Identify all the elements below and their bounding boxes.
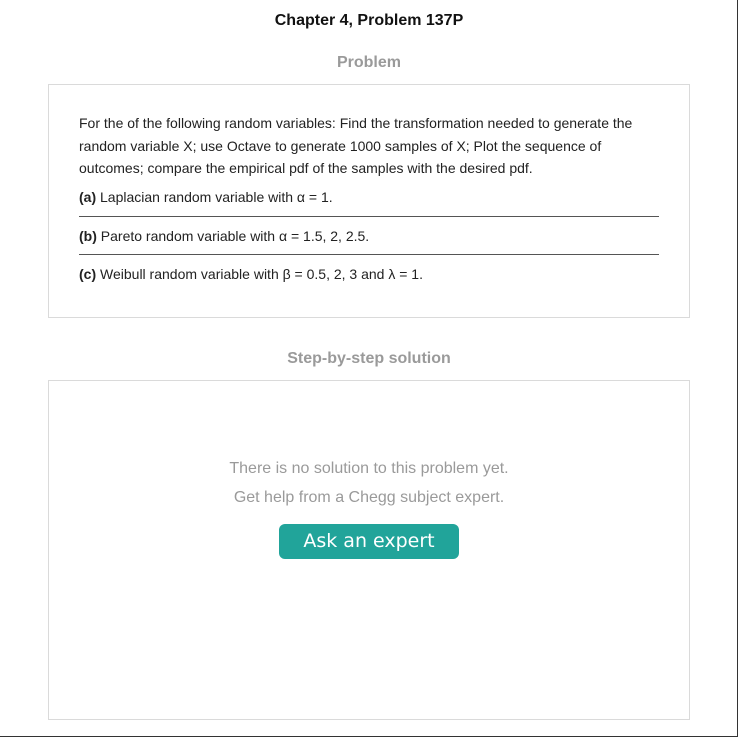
- problem-part-a: (a) Laplacian random variable with α = 1…: [79, 189, 659, 205]
- part-divider: [79, 254, 659, 255]
- problem-part-b: (b) Pareto random variable with α = 1.5,…: [79, 228, 659, 244]
- problem-card: For the of the following random variable…: [48, 84, 690, 318]
- part-text: Weibull random variable with β = 0.5, 2,…: [100, 266, 423, 282]
- part-label: (b): [79, 228, 97, 244]
- ask-expert-button[interactable]: Ask an expert: [279, 524, 459, 559]
- expert-help-text: Get help from a Chegg subject expert.: [233, 489, 505, 506]
- part-label: (a): [79, 189, 97, 205]
- part-label: (c): [79, 266, 97, 282]
- problem-part-c: (c) Weibull random variable with β = 0.5…: [79, 266, 659, 282]
- no-solution-message: There is no solution to this problem yet…: [229, 460, 509, 477]
- part-divider: [79, 216, 659, 217]
- chapter-title: Chapter 4, Problem 137P: [274, 12, 464, 29]
- solution-card: There is no solution to this problem yet…: [48, 380, 690, 720]
- part-text: Laplacian random variable with α = 1.: [100, 189, 333, 205]
- problem-heading: Problem: [336, 54, 401, 71]
- solution-heading: Step-by-step solution: [287, 350, 451, 367]
- problem-statement: For the of the following random variable…: [79, 115, 633, 176]
- part-text: Pareto random variable with α = 1.5, 2, …: [100, 228, 370, 244]
